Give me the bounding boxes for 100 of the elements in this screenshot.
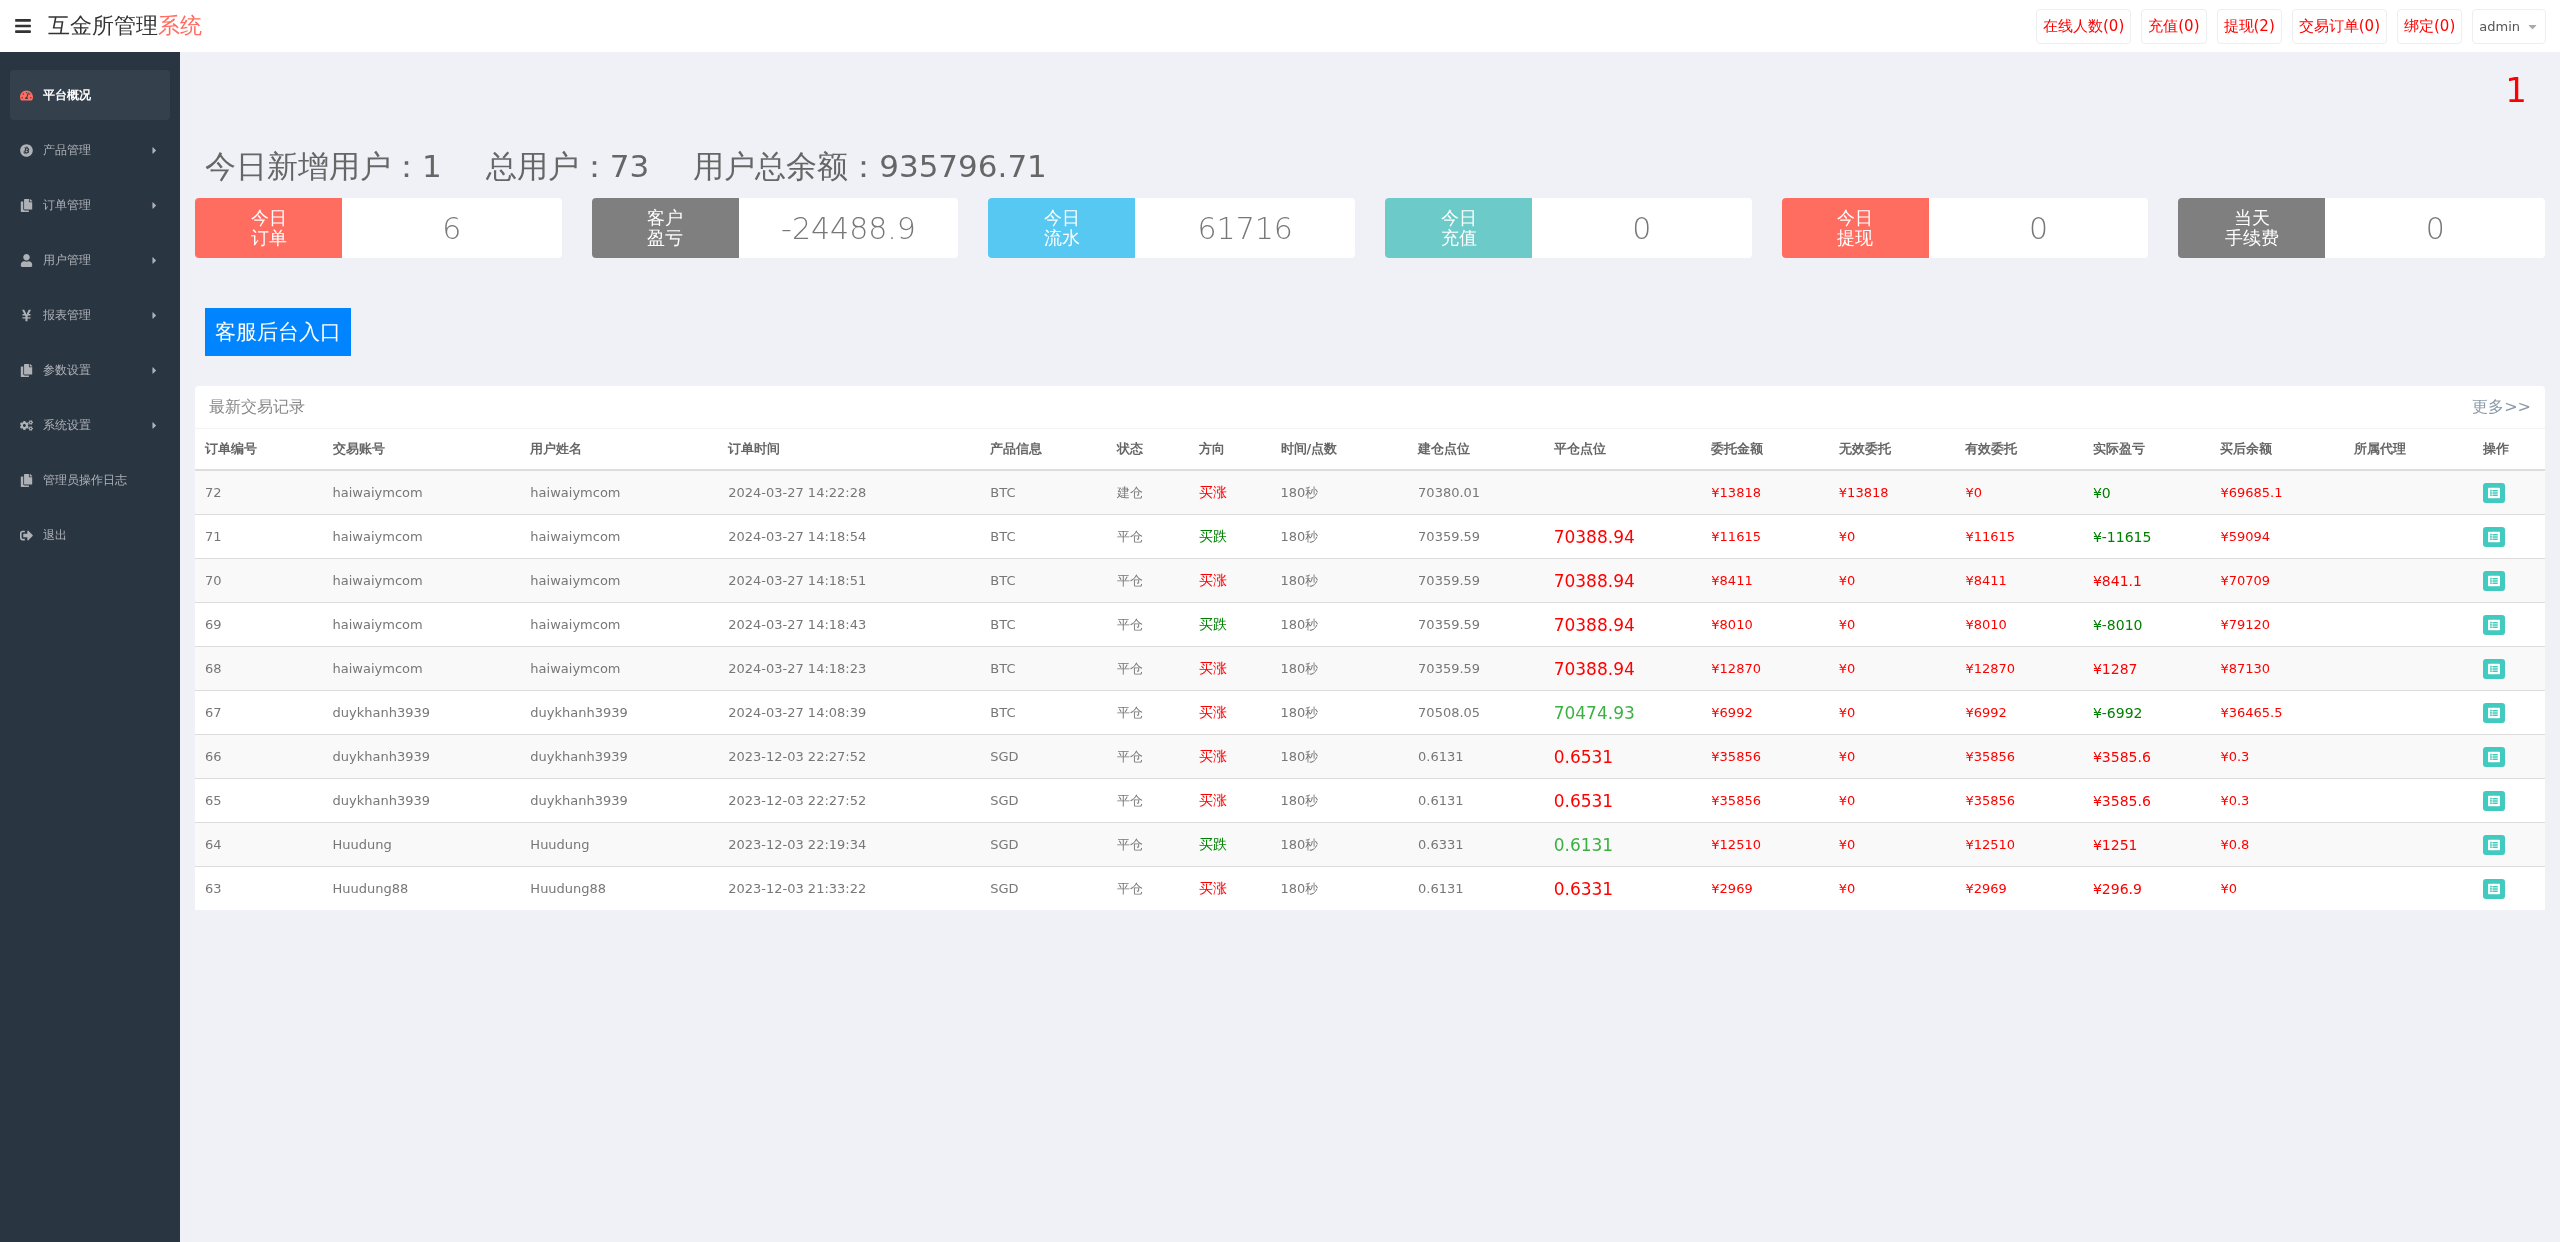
table-cell: ¥6992 [1711, 705, 1753, 720]
table-cell: 69 [205, 617, 222, 632]
sidebar-label: 管理员操作日志 [43, 471, 127, 489]
table-cell: ¥8010 [1711, 617, 1753, 632]
table-cell: haiwaiymcom [530, 573, 621, 588]
table-cell: 买涨 [1199, 879, 1228, 896]
table-cell: ¥0.3 [2220, 793, 2250, 808]
header-button[interactable]: 提现(2) [2216, 8, 2282, 44]
table-cell: SGD [990, 837, 1019, 852]
table-cell: ¥87130 [2220, 661, 2271, 676]
table-cell: 平仓 [1116, 792, 1143, 808]
table-cell: SGD [990, 793, 1019, 808]
stat-value: 0 [1631, 209, 1653, 248]
sidebar-item[interactable]: 产品管理 [10, 125, 170, 175]
sidebar-item[interactable]: 平台概况 [10, 70, 170, 120]
list-icon [2487, 750, 2500, 763]
user-menu[interactable]: admin [2472, 8, 2546, 44]
sidebar-item[interactable]: 系统设置 [10, 400, 170, 450]
table-cell: ¥296.9 [2092, 880, 2142, 897]
sidebar-item[interactable]: 管理员操作日志 [10, 455, 170, 505]
header-button[interactable]: 绑定(0) [2397, 8, 2463, 44]
table-cell: 0.6131 [1553, 834, 1614, 855]
table-cell: ¥0 [2220, 881, 2237, 896]
table-cell: ¥6992 [1965, 705, 2007, 720]
sidebar-item[interactable]: 用户管理 [10, 235, 170, 285]
details-button[interactable] [2482, 746, 2505, 767]
stat-value: 61716 [1196, 209, 1294, 248]
details-button[interactable] [2482, 570, 2505, 591]
table-cell: BTC [990, 573, 1016, 588]
table-cell: ¥0.3 [2220, 749, 2250, 764]
details-button[interactable] [2482, 790, 2505, 811]
app-title: 互金所管理系统 [48, 12, 202, 40]
table-cell: 72 [205, 485, 222, 500]
sidebar-item[interactable]: 退出 [10, 510, 170, 560]
details-button[interactable] [2482, 658, 2505, 679]
menu-icon[interactable] [14, 17, 32, 35]
table-cell: haiwaiymcom [332, 485, 423, 500]
table-cell: ¥70709 [2220, 573, 2271, 588]
table-cell: 64 [205, 837, 222, 852]
table-cell: 68 [205, 661, 222, 676]
table-cell: ¥8010 [1965, 617, 2007, 632]
table-cell: ¥35856 [1965, 749, 2015, 764]
documents-icon [20, 363, 33, 377]
list-icon [2487, 838, 2500, 851]
table-cell: duykhanh3939 [530, 705, 628, 720]
table-cell: 2023-12-03 22:27:52 [728, 749, 867, 764]
table-cell: 2023-12-03 22:19:34 [728, 837, 867, 852]
table-cell: 平仓 [1116, 660, 1143, 676]
table-cell: 71 [205, 529, 222, 544]
table-cell: ¥0 [1838, 573, 1856, 588]
details-button[interactable] [2482, 702, 2505, 723]
table-cell: ¥8411 [1965, 573, 2007, 588]
table-cell: SGD [990, 749, 1019, 764]
table-cell: 180秒 [1280, 792, 1319, 808]
sidebar-item[interactable]: 订单管理 [10, 180, 170, 230]
sidebar-item[interactable]: 参数设置 [10, 345, 170, 395]
sidebar-label: 参数设置 [43, 361, 91, 379]
user-icon [20, 253, 33, 267]
table-cell: 180秒 [1280, 616, 1319, 632]
table-cell: 0.6131 [1418, 749, 1464, 764]
list-icon [2487, 618, 2500, 631]
table-cell: 70388.94 [1553, 570, 1635, 591]
list-icon [2487, 882, 2500, 895]
table-cell: ¥0 [1838, 617, 1856, 632]
table-cell: ¥12510 [1965, 837, 2015, 852]
header-button[interactable]: 在线人数(0) [2036, 8, 2132, 44]
table-cell: 2024-03-27 14:18:54 [728, 529, 867, 544]
table-cell: 2023-12-03 21:33:22 [728, 881, 867, 896]
list-icon [2487, 530, 2500, 543]
header-button[interactable]: 交易订单(0) [2291, 8, 2387, 44]
table-cell: 2024-03-27 14:18:23 [728, 661, 867, 676]
details-button[interactable] [2482, 482, 2505, 503]
sidebar-item[interactable]: 报表管理 [10, 290, 170, 340]
sidebar-label: 平台概况 [43, 86, 91, 104]
table-cell: 63 [205, 881, 222, 896]
corner-number: 1 [2505, 70, 2527, 110]
table-cell: ¥13818 [1711, 485, 1761, 500]
details-button[interactable] [2482, 834, 2505, 855]
table-cell: 180秒 [1280, 880, 1319, 896]
table-cell: 2024-03-27 14:22:28 [728, 485, 867, 500]
service-button[interactable]: 客服后台入口 [205, 308, 351, 356]
table-cell: ¥12510 [1711, 837, 1761, 852]
table-cell: ¥79120 [2220, 617, 2271, 632]
table-cell: Huudung [530, 837, 590, 852]
header-button[interactable]: 充值(0) [2141, 8, 2207, 44]
stat-label: 今日 提现 [1781, 198, 1929, 258]
sidebar-label: 产品管理 [43, 141, 91, 159]
table-cell: ¥0 [1838, 793, 1856, 808]
table-cell: ¥8411 [1711, 573, 1753, 588]
table-cell: 180秒 [1280, 484, 1319, 500]
details-button[interactable] [2482, 878, 2505, 899]
table-cell: Huudung [332, 837, 392, 852]
stat-label: 客户 盈亏 [591, 198, 739, 258]
table-cell: 70380.01 [1418, 485, 1481, 500]
details-button[interactable] [2482, 526, 2505, 547]
details-button[interactable] [2482, 614, 2505, 635]
sidebar-label: 报表管理 [43, 306, 91, 324]
table-cell: BTC [990, 661, 1016, 676]
table-cell: 70474.93 [1553, 702, 1635, 723]
table-cell: haiwaiymcom [530, 485, 621, 500]
